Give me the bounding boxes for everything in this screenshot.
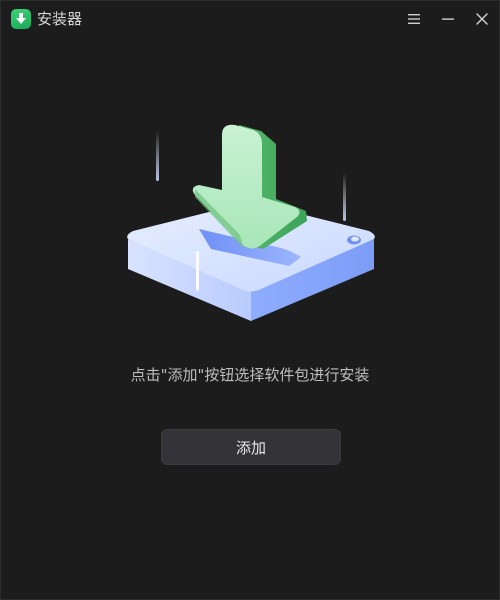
window-title: 安装器: [37, 10, 83, 28]
download-arrow-icon: [16, 13, 26, 24]
download-app-icon: [11, 9, 31, 29]
hamburger-menu-icon: [408, 14, 420, 24]
add-button[interactable]: 添加: [161, 429, 341, 465]
instruction-text: 点击"添加"按钮选择软件包进行安装: [130, 366, 370, 384]
close-icon: [476, 13, 488, 25]
close-button[interactable]: [470, 7, 494, 31]
installer-window: 安装器 点击"添加"按钮选择软件包进行安装 添加: [0, 0, 500, 600]
install-package-illustration: [111, 111, 391, 336]
menu-button[interactable]: [402, 7, 426, 31]
title-bar: 安装器: [1, 1, 499, 37]
minimize-button[interactable]: [436, 7, 460, 31]
minimize-icon: [442, 18, 454, 20]
